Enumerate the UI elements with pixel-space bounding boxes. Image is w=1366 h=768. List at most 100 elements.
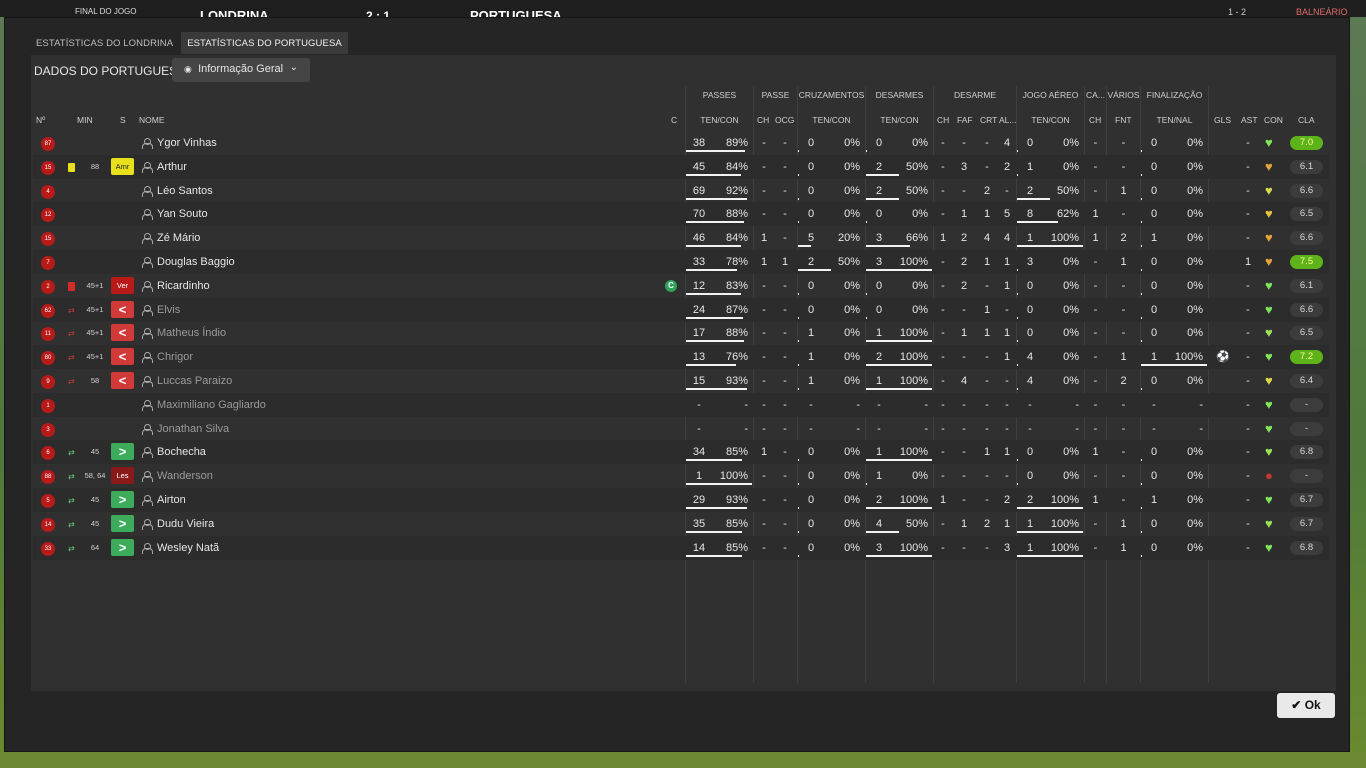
col-jogo[interactable]: TEN/CON	[1017, 115, 1084, 125]
col-fin[interactable]: TEN/NAL	[1141, 115, 1208, 125]
cr-pct: 0%	[844, 541, 860, 554]
ja-bar	[1017, 292, 1018, 295]
status-badge: <	[111, 348, 134, 366]
player-name[interactable]: Luccas Paraizo	[157, 369, 232, 393]
cr-pct: -	[856, 398, 860, 411]
fi-attempts: 0	[1150, 541, 1158, 554]
col-no[interactable]: Nº	[36, 115, 45, 125]
col-con[interactable]: CON	[1264, 115, 1283, 125]
table-row[interactable]: 87 Ygor Vinhas 38 89% - -0 0% 0 0% - - -4 0 0% - -0 0% - ♥…	[33, 131, 1329, 155]
table-row[interactable]: 15 88 Amr Arthur 45 84% - -0 0% 2 50% -3-2 1 0% - -0 0% -…	[33, 154, 1329, 179]
table-row[interactable]: 12 Yan Souto 70 88% - -0 0% 0 0% -1 1 5 8 62% 1-0 0% - ♥ 6…	[33, 202, 1329, 227]
col-ch[interactable]: CH	[757, 115, 769, 125]
ja-bar	[1017, 173, 1018, 176]
tab-londrina[interactable]: ESTATÍSTICAS DO LONDRINA	[30, 32, 179, 54]
passe-ch: -	[762, 398, 766, 411]
ja-attempts: 0	[1026, 446, 1034, 459]
col-cruz[interactable]: TEN/CON	[798, 115, 865, 125]
col-cla[interactable]: CLA	[1298, 115, 1315, 125]
condition-heart-icon: ♥	[1265, 230, 1273, 246]
table-row[interactable]: 88 ⇄ 58, 64 Les Wanderson 1 100% - -0 0% 1 0% - - - -0 0…	[33, 464, 1329, 488]
tab-portuguesa[interactable]: ESTATÍSTICAS DO PORTUGUESA	[181, 32, 348, 54]
col-ch[interactable]: CH	[1089, 115, 1101, 125]
table-row[interactable]: 6 ⇄ 45 > Bochecha 34 85% 1-0 0% 1 100% - -1 1 0 0% 1-0 0%…	[33, 440, 1329, 465]
shirt-number: 6	[41, 446, 55, 461]
col-gls[interactable]: GLS	[1214, 115, 1231, 125]
col-ocg[interactable]: OCG	[775, 115, 794, 125]
varios-fnt: 1	[1120, 541, 1127, 554]
table-row[interactable]: 15 Zé Mário 46 84% 1-5 20% 3 66% 1 2 4 4 1 100% 1 2 1 0% -…	[33, 226, 1329, 250]
table-row[interactable]: 4 Léo Santos 69 92% - -0 0% 2 50% - -2-2 50% -1 0 0% - ♥…	[33, 179, 1329, 203]
cr-pct: 0%	[844, 208, 860, 221]
de-attempts: 0	[875, 137, 883, 149]
table-row[interactable]: 1 Maximiliano Gagliardo - - - - - - - - - - - - - - - - - -…	[33, 392, 1329, 417]
player-name[interactable]: Ygor Vinhas	[157, 131, 217, 155]
desarme-al: -	[1005, 422, 1009, 435]
col-c[interactable]: C	[671, 115, 677, 125]
col-crt[interactable]: CRT	[980, 115, 997, 125]
balneario-button[interactable]: BALNEÁRIO	[1296, 0, 1348, 17]
fi-bar	[1141, 245, 1142, 248]
de-bar	[866, 245, 910, 248]
table-row[interactable]: 7 Douglas Baggio 33 78% 1 1 2 50% 3 100% -2 1 1 3 0% -1…	[33, 250, 1329, 274]
shirt-number: 88	[41, 470, 55, 485]
player-name[interactable]: Chrigor	[157, 345, 193, 369]
fi-bar	[1141, 221, 1142, 224]
player-name[interactable]: Ricardinho	[157, 274, 210, 298]
col-s[interactable]: S	[120, 115, 126, 125]
player-name[interactable]: Maximiliano Gagliardo	[157, 393, 266, 417]
col-min[interactable]: MIN	[77, 115, 93, 125]
table-row[interactable]: 2 45+1 Ver Ricardinho C 12 83% - -0 0% 0 0% -2-1 0 0% -…	[33, 274, 1329, 298]
fi-bar	[1141, 364, 1207, 367]
player-name[interactable]: Airton	[157, 488, 186, 512]
condition-heart-icon: ♥	[1265, 301, 1273, 317]
cr-pct: 0%	[844, 279, 860, 292]
col-faf[interactable]: FAF	[957, 115, 973, 125]
ok-button[interactable]: ✔ Ok	[1277, 693, 1335, 718]
view-dropdown-label: Informação Geral	[198, 63, 284, 75]
desarme-faf: 1	[960, 327, 968, 340]
col-ast[interactable]: AST	[1241, 115, 1258, 125]
player-name[interactable]: Léo Santos	[157, 179, 213, 203]
player-name[interactable]: Wanderson	[157, 464, 213, 488]
col-des[interactable]: TEN/CON	[866, 115, 933, 125]
cr-attempts: 0	[807, 494, 815, 506]
minute: 45+1	[86, 328, 104, 338]
player-name[interactable]: Elvis	[157, 298, 180, 322]
player-name[interactable]: Douglas Baggio	[157, 250, 235, 274]
col-al[interactable]: AL...	[999, 115, 1016, 125]
player-name[interactable]: Matheus Índio	[157, 321, 226, 345]
col-ch[interactable]: CH	[937, 115, 949, 125]
table-row[interactable]: 80 ⇄ 45+1 < Chrigor 13 76% - -1 0% 2 100% - - -1 4 0% -1 1…	[33, 345, 1329, 370]
table-row[interactable]: 11 ⇄ 45+1 < Matheus Índio 17 88% - -1 0% 1 100% -1 1 1…	[33, 321, 1329, 345]
table-row[interactable]: 5 ⇄ 45 > Airton 29 93% - -0 0% 2 100% 1- -2 2 100% 1-1 0%…	[33, 488, 1329, 512]
player-name[interactable]: Jonathan Silva	[157, 417, 229, 441]
desarme-crt: -	[985, 375, 989, 387]
table-row[interactable]: 33 ⇄ 64 > Wesley Natã 14 85% - -0 0% 3 100% - - -3 1 100…	[33, 535, 1329, 560]
player-name[interactable]: Bochecha	[157, 440, 206, 464]
minute	[81, 250, 109, 274]
col-fnt[interactable]: FNT	[1115, 115, 1132, 125]
goals-cell	[1210, 298, 1236, 322]
team-tabs: ESTATÍSTICAS DO LONDRINA ESTATÍSTICAS DO…	[30, 32, 348, 54]
player-name[interactable]: Yan Souto	[157, 202, 208, 226]
ja-pct: 0%	[1063, 303, 1079, 316]
player-name[interactable]: Arthur	[157, 155, 187, 179]
player-name[interactable]: Dudu Vieira	[157, 512, 214, 536]
table-row[interactable]: 14 ⇄ 45 > Dudu Vieira 35 85% - -0 0% 4 50% -1 2 1 1 100%…	[33, 512, 1329, 536]
varios-fnt: -	[1121, 422, 1126, 435]
fi-bar	[1141, 530, 1142, 533]
de-bar	[866, 459, 932, 462]
view-dropdown[interactable]: ◉ Informação Geral ⌄	[172, 58, 310, 82]
table-row[interactable]: 62 ⇄ 45+1 < Elvis 24 87% - -0 0% 0 0% - -1-0 0% - -0 0% - ♥…	[33, 297, 1329, 322]
ca-ch: -	[1093, 351, 1098, 364]
col-nome[interactable]: NOME	[139, 115, 165, 125]
desarme-faf: 4	[960, 375, 968, 387]
table-row[interactable]: 3 Jonathan Silva - - - - - - - - - - - - - - - - - - - ♥ -	[33, 417, 1329, 441]
player-name[interactable]: Wesley Natã	[157, 536, 219, 560]
condition-heart-icon: ♥	[1265, 444, 1273, 460]
col-passes[interactable]: TEN/CON	[686, 115, 753, 125]
de-pct: 0%	[912, 279, 928, 292]
player-name[interactable]: Zé Mário	[157, 226, 200, 250]
table-row[interactable]: 9 ⇄ 58 < Luccas Paraizo 15 93% - -1 0% 1 100% -4- -4 0…	[33, 369, 1329, 393]
